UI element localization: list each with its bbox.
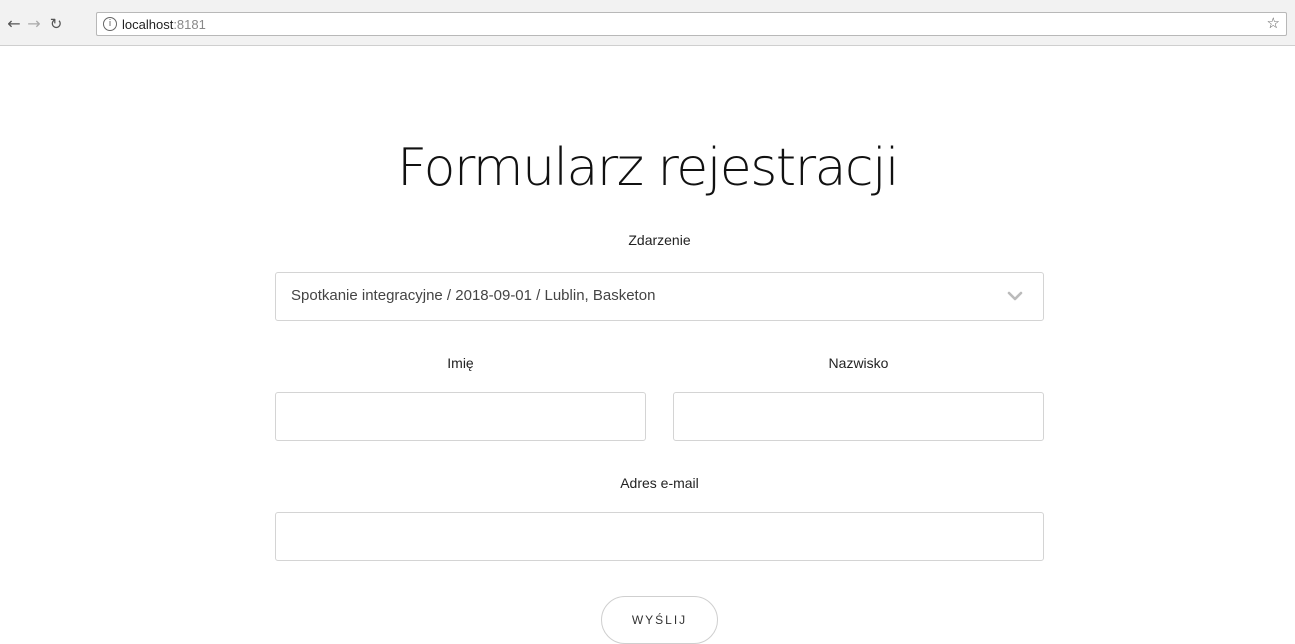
url-host: localhost [122,16,174,32]
email-label: Adres e-mail [620,475,699,491]
browser-toolbar: ← → ↻ i localhost:8181 ☆ [0,0,1295,46]
reload-icon[interactable]: ↻ [46,14,66,34]
submit-button[interactable]: WYŚLIJ [601,596,718,644]
last-name-label: Nazwisko [828,355,889,371]
event-select[interactable]: Spotkanie integracyjne / 2018-09-01 / Lu… [275,272,1044,321]
last-name-field[interactable] [673,392,1044,441]
bookmark-star-icon[interactable]: ☆ [1267,14,1280,32]
page-title: Formularz rejestracji [397,138,899,198]
info-icon[interactable]: i [103,17,117,31]
event-label: Zdarzenie [628,232,691,248]
address-bar[interactable]: i localhost:8181 ☆ [96,12,1287,36]
url-port: :8181 [173,16,206,32]
back-arrow-icon[interactable]: ← [4,14,24,34]
first-name-field[interactable] [275,392,646,441]
event-selected-value: Spotkanie integracyjne / 2018-09-01 / Lu… [291,287,656,304]
chevron-down-icon [1007,291,1023,301]
first-name-label: Imię [447,355,474,371]
forward-arrow-icon[interactable]: → [24,14,44,34]
email-field[interactable] [275,512,1044,561]
